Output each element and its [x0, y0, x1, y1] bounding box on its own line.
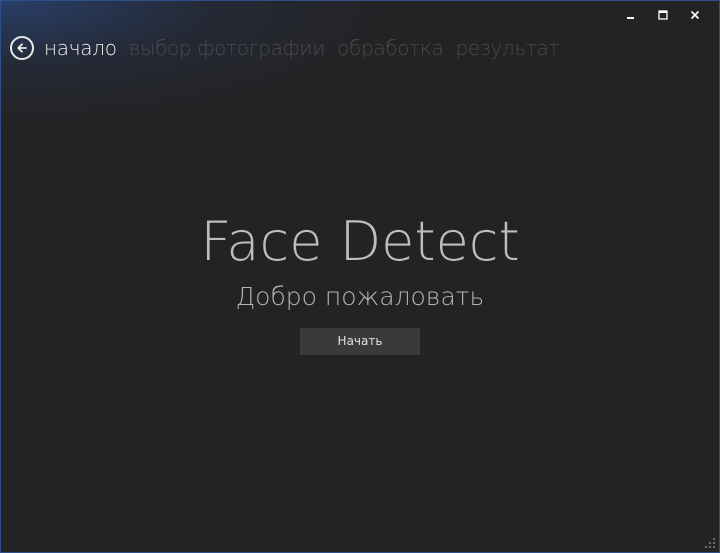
nav-step-start[interactable]: начало — [44, 36, 117, 60]
nav-step-result[interactable]: результат — [455, 36, 559, 60]
window-controls — [615, 5, 711, 25]
minimize-button[interactable] — [615, 5, 647, 25]
close-icon — [690, 10, 700, 20]
arrow-left-icon — [17, 43, 27, 53]
back-button[interactable] — [10, 36, 34, 60]
welcome-text: Добро пожаловать — [235, 282, 485, 311]
start-button[interactable]: Начать — [300, 328, 420, 355]
breadcrumb: начало выбор фотографии обработка резуль… — [10, 34, 571, 62]
app-window: начало выбор фотографии обработка резуль… — [0, 0, 720, 553]
nav-step-photo-select[interactable]: выбор фотографии — [129, 36, 326, 60]
resize-grip-icon[interactable] — [704, 537, 716, 549]
maximize-icon — [658, 10, 668, 20]
app-title: Face Detect — [200, 210, 520, 273]
title-bar-glow — [1, 1, 421, 131]
welcome-panel: Face Detect Добро пожаловать Начать — [1, 206, 719, 355]
nav-step-processing[interactable]: обработка — [337, 36, 444, 60]
close-button[interactable] — [679, 5, 711, 25]
maximize-button[interactable] — [647, 5, 679, 25]
minimize-icon — [627, 17, 634, 19]
